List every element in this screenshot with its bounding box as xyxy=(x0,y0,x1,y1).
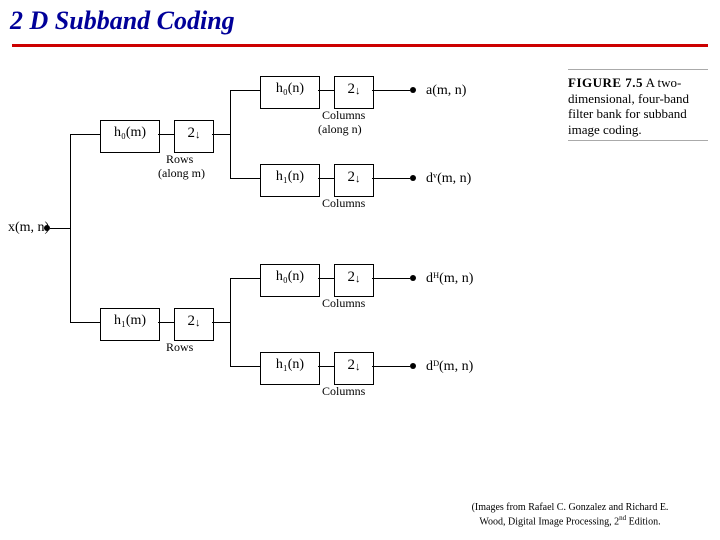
downsample-box: 2↓ xyxy=(334,352,374,385)
down-label: 2 xyxy=(188,125,196,141)
output-dh: dᴴ(m, n) xyxy=(426,271,473,287)
filter-h0n: h₀(n) xyxy=(260,76,320,109)
wire xyxy=(212,134,230,135)
wire xyxy=(230,90,231,178)
wire xyxy=(50,228,70,229)
credit-line: (Images from Rafael C. Gonzalez and Rich… xyxy=(472,502,669,513)
wire xyxy=(158,322,174,323)
wire xyxy=(372,178,410,179)
credit-line: Wood, Digital Image Processing, 2 xyxy=(479,516,619,527)
wire xyxy=(372,90,410,91)
filter-label: h₁(m) xyxy=(114,313,146,328)
down-label: 2 xyxy=(348,357,356,373)
down-arrow-icon: ↓ xyxy=(355,361,361,373)
output-node xyxy=(410,275,416,281)
caption-head: FIGURE 7.5 xyxy=(568,75,643,90)
filter-label: h₀(n) xyxy=(276,81,304,96)
title-rule xyxy=(12,44,708,47)
wire xyxy=(230,278,260,279)
down-label: 2 xyxy=(188,313,196,329)
output-dv: dᵛ(m, n) xyxy=(426,171,471,187)
page-title: 2 D Subband Coding xyxy=(10,6,235,36)
output-node xyxy=(410,175,416,181)
caption-rule xyxy=(568,140,708,141)
down-label: 2 xyxy=(348,269,356,285)
cols-label: Columns xyxy=(322,296,365,311)
output-node xyxy=(410,363,416,369)
wire xyxy=(70,134,71,322)
down-arrow-icon: ↓ xyxy=(355,85,361,97)
down-label: 2 xyxy=(348,81,356,97)
wire xyxy=(212,322,230,323)
wire xyxy=(158,134,174,135)
rows-sublabel: (along m) xyxy=(158,166,205,181)
downsample-box: 2↓ xyxy=(174,120,214,153)
filter-bank-diagram: x(m, n) h₀(m) 2↓ Rows (along m) h₁(m) 2↓… xyxy=(40,72,540,402)
image-credit: (Images from Rafael C. Gonzalez and Rich… xyxy=(440,502,700,528)
cols-label: Columns xyxy=(322,384,365,399)
downsample-box: 2↓ xyxy=(334,264,374,297)
wire xyxy=(230,178,260,179)
output-a: a(m, n) xyxy=(426,83,466,99)
wire xyxy=(318,366,334,367)
downsample-box: 2↓ xyxy=(334,76,374,109)
wire xyxy=(70,322,100,323)
filter-h1n: h₁(n) xyxy=(260,352,320,385)
rows-label: Rows xyxy=(166,152,193,167)
down-arrow-icon: ↓ xyxy=(355,273,361,285)
cols-label: Columns xyxy=(322,196,365,211)
down-arrow-icon: ↓ xyxy=(195,129,201,141)
cols-label: Columns xyxy=(322,108,365,123)
filter-label: h₀(n) xyxy=(276,269,304,284)
down-arrow-icon: ↓ xyxy=(195,317,201,329)
cols-sublabel: (along n) xyxy=(318,122,362,137)
filter-h1n: h₁(n) xyxy=(260,164,320,197)
figure-caption: FIGURE 7.5 A two-dimensional, four-band … xyxy=(568,66,708,146)
filter-h0m: h₀(m) xyxy=(100,120,160,153)
wire xyxy=(318,178,334,179)
filter-label: h₀(m) xyxy=(114,125,146,140)
output-node xyxy=(410,87,416,93)
credit-suffix: Edition. xyxy=(626,516,660,527)
output-dd: dᴰ(m, n) xyxy=(426,359,473,375)
wire xyxy=(372,278,410,279)
downsample-box: 2↓ xyxy=(334,164,374,197)
filter-label: h₁(n) xyxy=(276,169,304,184)
filter-label: h₁(n) xyxy=(276,357,304,372)
wire xyxy=(318,278,334,279)
filter-h1m: h₁(m) xyxy=(100,308,160,341)
down-label: 2 xyxy=(348,169,356,185)
wire xyxy=(372,366,410,367)
wire xyxy=(230,366,260,367)
wire xyxy=(230,278,231,366)
input-label: x(m, n) xyxy=(8,220,49,236)
wire xyxy=(230,90,260,91)
caption-rule xyxy=(568,69,708,70)
filter-h0n: h₀(n) xyxy=(260,264,320,297)
wire xyxy=(70,134,100,135)
down-arrow-icon: ↓ xyxy=(355,173,361,185)
wire xyxy=(318,90,334,91)
downsample-box: 2↓ xyxy=(174,308,214,341)
rows-label: Rows xyxy=(166,340,193,355)
